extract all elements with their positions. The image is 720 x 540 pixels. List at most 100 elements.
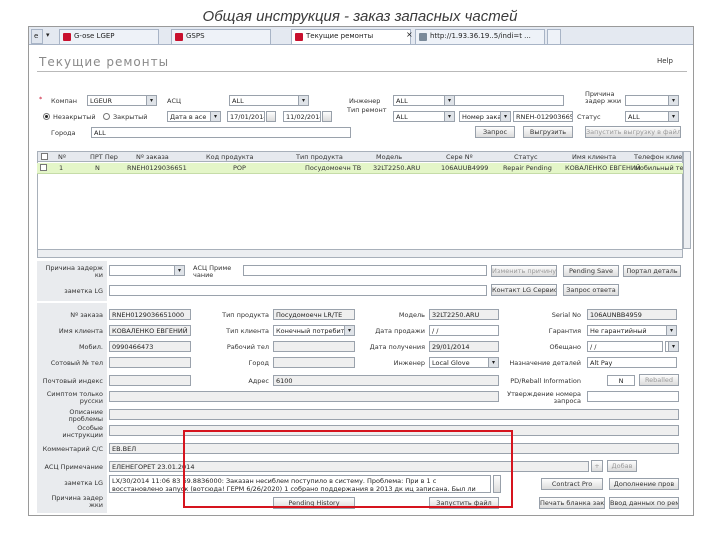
print-order-button[interactable]: Печать бланка заказ	[539, 497, 605, 509]
inquiry-answer-button[interactable]: Запрос ответа	[563, 284, 619, 296]
table-cell: КОВАЛЕНКО ЕВГЕНИЙ	[565, 164, 641, 172]
warranty-label: Гарантия	[548, 327, 581, 335]
column-header[interactable]: Имя клиента	[572, 153, 616, 161]
tab-gcsc[interactable]: G-ose LGEP	[59, 29, 159, 44]
search-value-input[interactable]: RNEH-0129036651	[513, 111, 573, 122]
status-select[interactable]: ALL ▾	[625, 111, 679, 122]
date-to-input[interactable]: 11/02/2014	[283, 111, 321, 122]
column-header[interactable]: Сере Nº	[446, 153, 473, 161]
symptom-field	[109, 391, 499, 402]
date-from-input[interactable]: 17/01/2014	[227, 111, 265, 122]
column-header[interactable]: Код продукта	[206, 153, 254, 161]
warranty-select[interactable]: Не гарантийный ▾	[587, 325, 677, 336]
chevron-down-icon: ▾	[668, 96, 678, 105]
table-cell[interactable]: RNEH0129036651	[127, 164, 187, 172]
export-button[interactable]: Выгрузить	[523, 126, 573, 138]
column-header[interactable]: Телефон клие	[634, 153, 682, 161]
table-cell: 1	[59, 164, 64, 172]
order-no-label: Nº заказа	[70, 311, 103, 319]
export-excel-button[interactable]: Запустить выгрузку в файл	[585, 126, 681, 138]
pd-label: PD/Reball Information	[510, 377, 581, 385]
delay-reason-select[interactable]: ▾	[109, 265, 185, 276]
chevron-down-icon: ▾	[210, 112, 220, 121]
new-tab-button[interactable]	[547, 29, 561, 44]
search-button[interactable]: Запрос	[475, 126, 515, 138]
column-header[interactable]: Nº заказа	[136, 153, 169, 161]
title-divider	[37, 71, 687, 72]
row-checkbox[interactable]	[40, 164, 47, 171]
region-input[interactable]: ALL	[91, 127, 351, 138]
company-select[interactable]: LGEUR ▾	[87, 95, 157, 106]
chevron-down-icon: ▾	[666, 326, 676, 335]
asc-note-input[interactable]	[243, 265, 487, 276]
chevron-down-icon: ▾	[668, 112, 678, 121]
mobile-field: 0990466473	[109, 341, 191, 352]
chevron-down-icon: ▾	[500, 112, 510, 121]
radio-closed[interactable]	[103, 113, 110, 120]
postcode-field	[109, 375, 191, 386]
reball-button[interactable]: Reballed	[639, 374, 679, 386]
select-all-checkbox[interactable]	[41, 153, 48, 160]
attachment-button[interactable]: Дополнение пров	[609, 478, 679, 490]
radio-unclosed[interactable]	[43, 113, 50, 120]
search-by-select[interactable]: Номер заказ ▾	[459, 111, 511, 122]
asc-select[interactable]: ALL ▾	[229, 95, 309, 106]
column-header[interactable]: Статус	[514, 153, 538, 161]
ie-logo-icon: e	[31, 29, 43, 44]
assign-field[interactable]: Alt Pay	[587, 357, 677, 368]
product-type-field: Посудомоечн LR/TE	[273, 309, 355, 320]
tab-gsps[interactable]: GSPS	[171, 29, 271, 44]
pending-save-button[interactable]: Pending Save	[563, 265, 619, 277]
engineer-select[interactable]: ALL ▾	[393, 95, 455, 106]
grid-horizontal-scrollbar[interactable]	[37, 249, 683, 258]
contract-pro-button[interactable]: Contract Pro	[541, 478, 603, 490]
tab-current-repairs[interactable]: Текущие ремонты	[291, 29, 411, 44]
enter-repair-data-button[interactable]: Ввод данных по ремо-тт	[609, 497, 679, 509]
promised-select[interactable]: ▾	[665, 341, 679, 352]
column-header[interactable]: Модель	[376, 153, 402, 161]
date-mode-select[interactable]: Дата в асе ▾	[167, 111, 221, 122]
client-type-select[interactable]: Конечный потребит ▾	[273, 325, 355, 336]
promised-field[interactable]: / /	[587, 341, 663, 352]
asc-label: АСЦ	[167, 97, 182, 105]
status-label: Статус	[577, 113, 601, 121]
tab-close-icon[interactable]: ×	[405, 29, 413, 44]
asc-note-label: АСЦ Примечание	[44, 463, 103, 471]
add-text-button[interactable]: Добав	[607, 460, 637, 472]
contact-lg-button[interactable]: Контакт LG Сервис	[491, 284, 557, 296]
portal-detail-button[interactable]: Портал деталь	[623, 265, 681, 277]
chevron-down-icon: ▾	[488, 358, 498, 367]
table-cell: N	[95, 164, 100, 172]
save-reason-button[interactable]: Изменить причину	[491, 265, 557, 277]
confirm-field[interactable]	[587, 391, 679, 402]
engineer-name-input[interactable]	[454, 95, 564, 106]
grid-vertical-scrollbar[interactable]	[683, 151, 691, 249]
confirm-label: Утверждение номера запроса	[507, 390, 581, 405]
delay-reason-label: Причина задер жки	[585, 90, 622, 105]
sale-date-label: Дата продажи	[375, 327, 425, 335]
chevron-down-icon: ▾	[174, 266, 184, 275]
column-header[interactable]: Nº	[58, 153, 66, 161]
promised-label: Обещано	[549, 343, 581, 351]
column-header[interactable]: ПРТ Пер	[90, 153, 118, 161]
remark-lg-input[interactable]	[109, 285, 487, 296]
problem-label: Описание проблемы	[68, 408, 103, 423]
repair-type-label: Тип ремонт	[347, 106, 387, 114]
engineer-select[interactable]: Local Glove ▾	[429, 357, 499, 368]
delay-reason-select[interactable]: ▾	[625, 95, 679, 106]
page-icon	[419, 33, 427, 41]
help-link[interactable]: Help	[657, 57, 673, 65]
sale-date-field[interactable]: / /	[429, 325, 499, 336]
add-note-button[interactable]: +	[591, 460, 603, 472]
tab-url[interactable]: http://1.93.36.19..5/indi=t ...	[415, 29, 545, 44]
calendar-icon[interactable]	[266, 111, 276, 122]
calendar-icon[interactable]	[322, 111, 332, 122]
column-header[interactable]: Тип продукта	[296, 153, 343, 161]
new-tab-icon[interactable]: ▾	[45, 29, 53, 44]
table-row[interactable]: 1 N RNEH0129036651 POP Посудомоечн ТВ 32…	[37, 163, 688, 174]
repair-type-select[interactable]: ALL ▾	[393, 111, 455, 122]
work-phone-field	[273, 341, 355, 352]
pd-field[interactable]: N	[607, 375, 635, 386]
required-mark: *	[39, 95, 43, 103]
highlight-frame	[183, 430, 513, 508]
